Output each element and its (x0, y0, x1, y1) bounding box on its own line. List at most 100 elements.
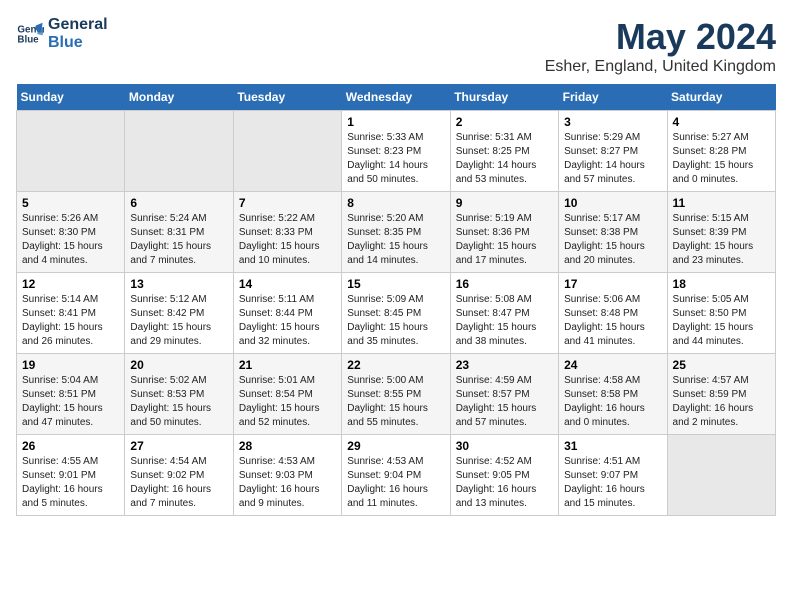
day-number: 1 (347, 115, 444, 129)
day-info: Sunrise: 4:58 AM Sunset: 8:58 PM Dayligh… (564, 374, 661, 430)
day-cell: 10Sunrise: 5:17 AM Sunset: 8:38 PM Dayli… (559, 192, 667, 273)
col-header-tuesday: Tuesday (233, 84, 341, 111)
day-number: 2 (456, 115, 553, 129)
day-number: 19 (22, 358, 119, 372)
day-number: 13 (130, 277, 227, 291)
day-cell: 31Sunrise: 4:51 AM Sunset: 9:07 PM Dayli… (559, 435, 667, 516)
day-info: Sunrise: 5:02 AM Sunset: 8:53 PM Dayligh… (130, 374, 227, 430)
logo: General Blue General Blue (16, 16, 108, 51)
day-number: 8 (347, 196, 444, 210)
day-info: Sunrise: 5:04 AM Sunset: 8:51 PM Dayligh… (22, 374, 119, 430)
day-number: 9 (456, 196, 553, 210)
day-cell: 5Sunrise: 5:26 AM Sunset: 8:30 PM Daylig… (17, 192, 125, 273)
day-info: Sunrise: 5:11 AM Sunset: 8:44 PM Dayligh… (239, 293, 336, 349)
day-cell: 3 Sunrise: 5:29 AM Sunset: 8:27 PM Daylig… (559, 111, 667, 192)
week-row-4: 19 Sunrise: 5:04 AM Sunset: 8:51 PM Dayli… (17, 354, 776, 435)
day-cell: 23Sunrise: 4:59 AM Sunset: 8:57 PM Dayli… (450, 354, 558, 435)
day-number: 24 (564, 358, 661, 372)
day-cell: 13 Sunrise: 5:12 AM Sunset: 8:42 PM Dayli… (125, 273, 233, 354)
day-info: Sunrise: 5:31 AM Sunset: 8:25 PM Dayligh… (456, 131, 553, 187)
day-info: Sunrise: 5:24 AM Sunset: 8:31 PM Dayligh… (130, 212, 227, 268)
day-info: Sunrise: 4:53 AM Sunset: 9:04 PM Dayligh… (347, 455, 444, 511)
col-header-monday: Monday (125, 84, 233, 111)
day-number: 10 (564, 196, 661, 210)
day-info: Sunrise: 5:15 AM Sunset: 8:39 PM Dayligh… (673, 212, 770, 268)
title-section: May 2024 Esher, England, United Kingdom (545, 16, 776, 76)
header-row: SundayMondayTuesdayWednesdayThursdayFrid… (17, 84, 776, 111)
day-cell: 9 Sunrise: 5:19 AM Sunset: 8:36 PM Daylig… (450, 192, 558, 273)
day-info: Sunrise: 4:52 AM Sunset: 9:05 PM Dayligh… (456, 455, 553, 511)
day-cell (233, 111, 341, 192)
day-number: 29 (347, 439, 444, 453)
day-cell: 8 Sunrise: 5:20 AM Sunset: 8:35 PM Daylig… (342, 192, 450, 273)
day-cell: 12 Sunrise: 5:14 AM Sunset: 8:41 PM Dayli… (17, 273, 125, 354)
day-number: 16 (456, 277, 553, 291)
calendar-table: SundayMondayTuesdayWednesdayThursdayFrid… (16, 84, 776, 516)
day-cell: 15 Sunrise: 5:09 AM Sunset: 8:45 PM Dayli… (342, 273, 450, 354)
day-info: Sunrise: 5:06 AM Sunset: 8:48 PM Dayligh… (564, 293, 661, 349)
day-cell: 24 Sunrise: 4:58 AM Sunset: 8:58 PM Dayli… (559, 354, 667, 435)
day-info: Sunrise: 4:54 AM Sunset: 9:02 PM Dayligh… (130, 455, 227, 511)
day-cell: 30Sunrise: 4:52 AM Sunset: 9:05 PM Dayli… (450, 435, 558, 516)
day-number: 28 (239, 439, 336, 453)
day-info: Sunrise: 5:22 AM Sunset: 8:33 PM Dayligh… (239, 212, 336, 268)
day-number: 12 (22, 277, 119, 291)
day-cell: 21Sunrise: 5:01 AM Sunset: 8:54 PM Dayli… (233, 354, 341, 435)
day-number: 11 (673, 196, 770, 210)
day-cell: 25Sunrise: 4:57 AM Sunset: 8:59 PM Dayli… (667, 354, 775, 435)
day-cell: 1 Sunrise: 5:33 AM Sunset: 8:23 PM Daylig… (342, 111, 450, 192)
day-number: 25 (673, 358, 770, 372)
day-info: Sunrise: 5:00 AM Sunset: 8:55 PM Dayligh… (347, 374, 444, 430)
week-row-1: 1 Sunrise: 5:33 AM Sunset: 8:23 PM Daylig… (17, 111, 776, 192)
col-header-friday: Friday (559, 84, 667, 111)
subtitle: Esher, England, United Kingdom (545, 58, 776, 76)
day-info: Sunrise: 5:19 AM Sunset: 8:36 PM Dayligh… (456, 212, 553, 268)
col-header-saturday: Saturday (667, 84, 775, 111)
day-cell (125, 111, 233, 192)
day-number: 14 (239, 277, 336, 291)
day-number: 15 (347, 277, 444, 291)
week-row-3: 12 Sunrise: 5:14 AM Sunset: 8:41 PM Dayli… (17, 273, 776, 354)
day-info: Sunrise: 5:12 AM Sunset: 8:42 PM Dayligh… (130, 293, 227, 349)
col-header-wednesday: Wednesday (342, 84, 450, 111)
day-number: 22 (347, 358, 444, 372)
week-row-5: 26 Sunrise: 4:55 AM Sunset: 9:01 PM Dayli… (17, 435, 776, 516)
day-cell: 11 Sunrise: 5:15 AM Sunset: 8:39 PM Dayli… (667, 192, 775, 273)
day-info: Sunrise: 4:53 AM Sunset: 9:03 PM Dayligh… (239, 455, 336, 511)
day-info: Sunrise: 4:51 AM Sunset: 9:07 PM Dayligh… (564, 455, 661, 511)
day-cell: 6 Sunrise: 5:24 AM Sunset: 8:31 PM Daylig… (125, 192, 233, 273)
day-number: 21 (239, 358, 336, 372)
day-number: 26 (22, 439, 119, 453)
day-number: 20 (130, 358, 227, 372)
week-row-2: 5Sunrise: 5:26 AM Sunset: 8:30 PM Daylig… (17, 192, 776, 273)
day-cell: 19 Sunrise: 5:04 AM Sunset: 8:51 PM Dayli… (17, 354, 125, 435)
day-number: 27 (130, 439, 227, 453)
logo-line2: Blue (48, 34, 108, 52)
day-cell: 29 Sunrise: 4:53 AM Sunset: 9:04 PM Dayli… (342, 435, 450, 516)
day-info: Sunrise: 5:08 AM Sunset: 8:47 PM Dayligh… (456, 293, 553, 349)
day-info: Sunrise: 4:59 AM Sunset: 8:57 PM Dayligh… (456, 374, 553, 430)
day-cell: 16 Sunrise: 5:08 AM Sunset: 8:47 PM Dayli… (450, 273, 558, 354)
day-info: Sunrise: 5:05 AM Sunset: 8:50 PM Dayligh… (673, 293, 770, 349)
day-cell: 22 Sunrise: 5:00 AM Sunset: 8:55 PM Dayli… (342, 354, 450, 435)
day-info: Sunrise: 5:27 AM Sunset: 8:28 PM Dayligh… (673, 131, 770, 187)
day-info: Sunrise: 5:29 AM Sunset: 8:27 PM Dayligh… (564, 131, 661, 187)
logo-line1: General (48, 16, 108, 34)
day-number: 3 (564, 115, 661, 129)
day-cell: 14 Sunrise: 5:11 AM Sunset: 8:44 PM Dayli… (233, 273, 341, 354)
day-info: Sunrise: 5:33 AM Sunset: 8:23 PM Dayligh… (347, 131, 444, 187)
day-cell: 26 Sunrise: 4:55 AM Sunset: 9:01 PM Dayli… (17, 435, 125, 516)
day-info: Sunrise: 5:20 AM Sunset: 8:35 PM Dayligh… (347, 212, 444, 268)
day-number: 6 (130, 196, 227, 210)
main-title: May 2024 (545, 16, 776, 58)
day-cell: 27 Sunrise: 4:54 AM Sunset: 9:02 PM Dayli… (125, 435, 233, 516)
day-info: Sunrise: 5:09 AM Sunset: 8:45 PM Dayligh… (347, 293, 444, 349)
day-info: Sunrise: 5:14 AM Sunset: 8:41 PM Dayligh… (22, 293, 119, 349)
col-header-thursday: Thursday (450, 84, 558, 111)
col-header-sunday: Sunday (17, 84, 125, 111)
day-info: Sunrise: 5:26 AM Sunset: 8:30 PM Dayligh… (22, 212, 119, 268)
day-number: 17 (564, 277, 661, 291)
day-info: Sunrise: 4:55 AM Sunset: 9:01 PM Dayligh… (22, 455, 119, 511)
day-cell: 4Sunrise: 5:27 AM Sunset: 8:28 PM Daylig… (667, 111, 775, 192)
logo-icon: General Blue (16, 20, 44, 48)
